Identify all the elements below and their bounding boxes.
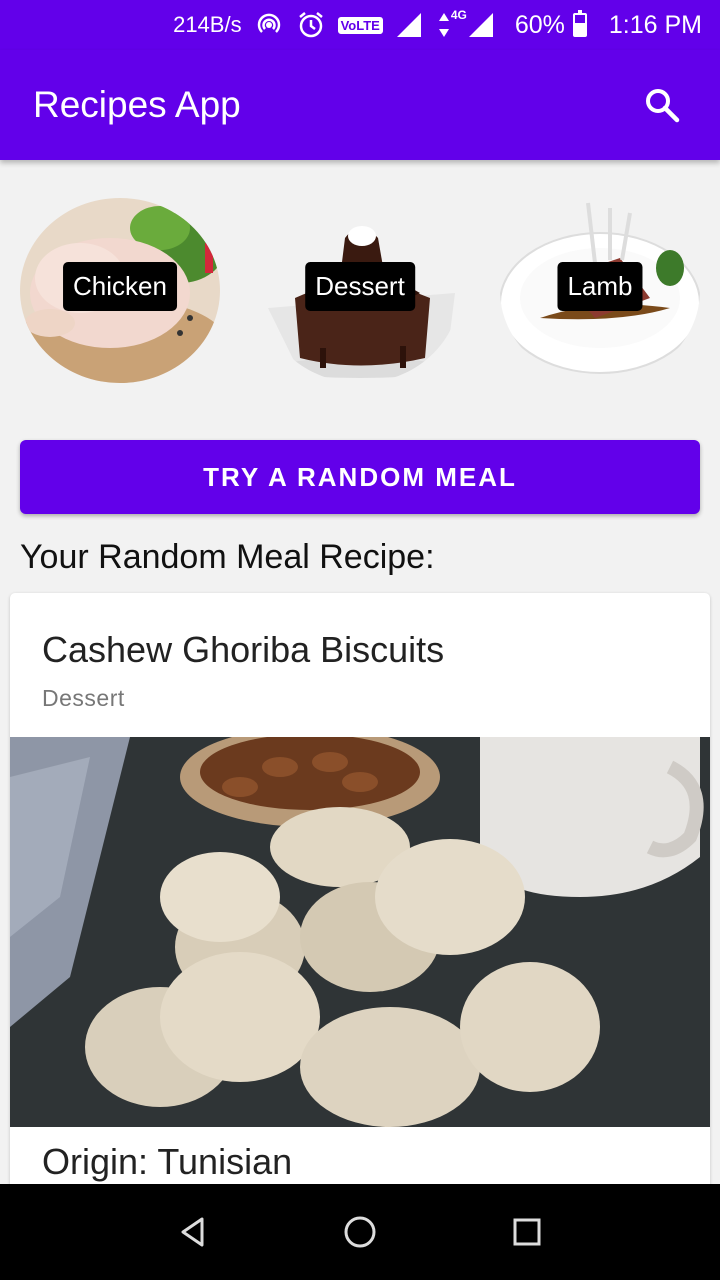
meal-origin: Origin: Tunisian xyxy=(42,1141,293,1182)
home-button[interactable] xyxy=(330,1202,390,1262)
meal-category: Dessert xyxy=(42,685,125,711)
data-arrows-icon xyxy=(437,11,451,39)
app-title: Recipes App xyxy=(33,84,241,125)
system-nav-bar xyxy=(0,1184,720,1280)
signal-icon-2 xyxy=(467,11,495,39)
meal-card[interactable]: Cashew Ghoriba Biscuits Dessert Origin: xyxy=(10,593,710,1213)
meal-name: Cashew Ghoriba Biscuits xyxy=(42,629,445,670)
category-chicken[interactable]: Chicken xyxy=(20,198,220,383)
back-triangle-icon xyxy=(181,1217,204,1247)
category-dessert[interactable]: Dessert xyxy=(260,198,460,383)
meal-photo xyxy=(10,737,710,1127)
app-bar: Recipes App xyxy=(0,50,720,160)
clock: 1:16 PM xyxy=(608,10,702,39)
back-button[interactable] xyxy=(163,1202,223,1262)
signal-icon xyxy=(395,11,425,39)
network-type: 4G xyxy=(450,8,467,22)
battery-icon xyxy=(572,10,587,37)
category-list: Chicken Dessert Lamb xyxy=(0,190,720,390)
net-speed: 214B/s xyxy=(173,12,242,37)
battery-percent: 60% xyxy=(514,10,565,39)
search-icon xyxy=(646,89,680,123)
volte-badge: VoLTE xyxy=(337,16,383,34)
hotspot-icon xyxy=(254,10,284,40)
status-bar: 214B/s VoLTE 4G 60% 1:16 PM xyxy=(0,0,720,50)
alarm-icon xyxy=(296,10,326,40)
recents-square-icon xyxy=(513,1218,541,1246)
category-lamb[interactable]: Lamb xyxy=(500,198,700,383)
recents-button[interactable] xyxy=(497,1202,557,1262)
category-label: Lamb xyxy=(557,262,643,311)
category-label: Chicken xyxy=(63,262,177,311)
search-button[interactable] xyxy=(640,83,684,127)
home-circle-icon xyxy=(344,1216,376,1248)
section-heading: Your Random Meal Recipe: xyxy=(20,538,435,576)
try-random-meal-button[interactable]: TRY A RANDOM MEAL xyxy=(20,440,700,514)
category-label: Dessert xyxy=(305,262,415,311)
